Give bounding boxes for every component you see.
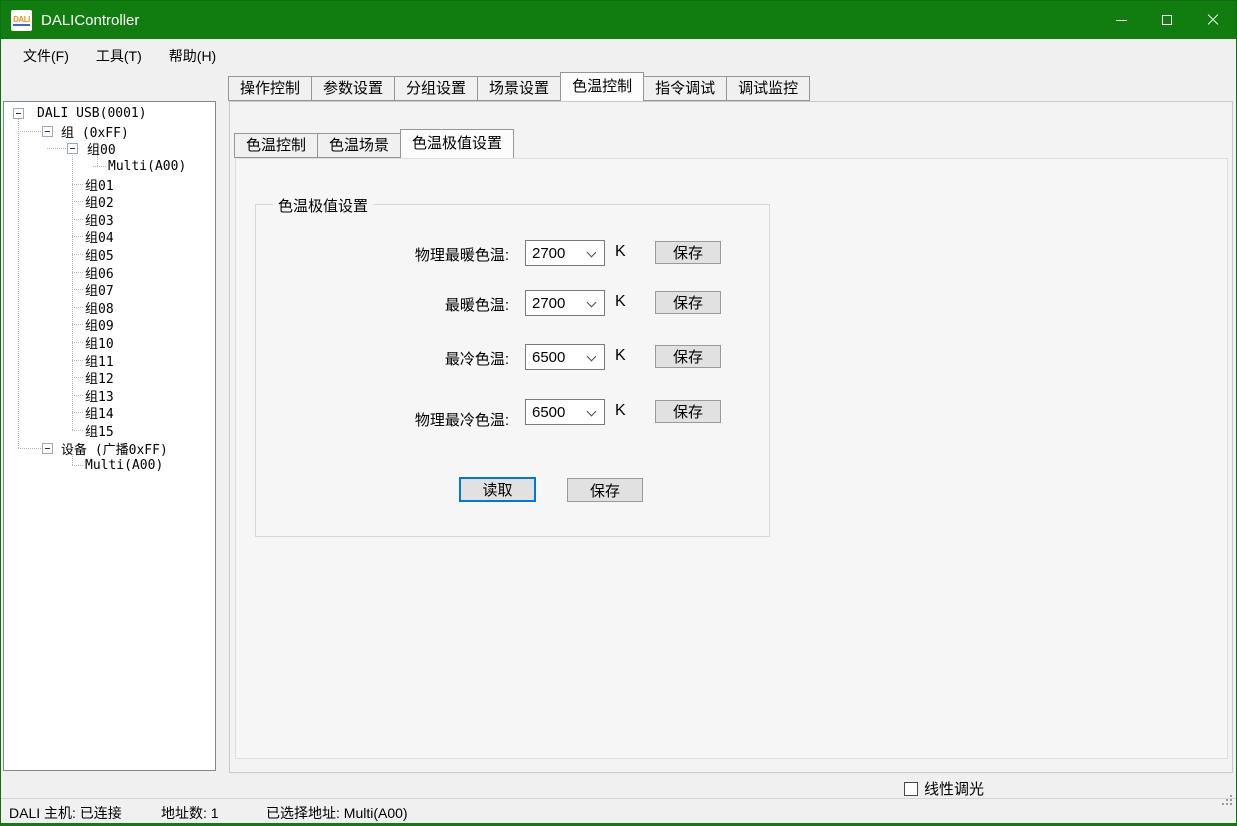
close-button[interactable] (1190, 1, 1236, 39)
unit-label: K (615, 293, 626, 311)
limits-group-box: 色温极值设置 物理最暖色温: 2700 K 保存 最暖色温: 2700 (255, 204, 770, 537)
tree-item-group03[interactable]: 组03 (5, 211, 214, 229)
tree-item-group05[interactable]: 组05 (5, 246, 214, 264)
status-address-count: 地址数: 1 (161, 803, 219, 823)
save-physical-warmest-button[interactable]: 保存 (655, 241, 721, 264)
tree-item-group11[interactable]: 组11 (5, 351, 214, 369)
field-label: 最暖色温: (256, 294, 509, 315)
color-temp-control-page: 色温控制 色温场景 色温极值设置 色温极值设置 物理最暖色温: 2700 K 保… (229, 101, 1233, 773)
tree-item-device-broadcast[interactable]: 设备 (广播0xFF) (5, 439, 214, 457)
save-coolest-button[interactable]: 保存 (655, 345, 721, 368)
tab-debug-monitor[interactable]: 调试监控 (726, 76, 810, 101)
tree-item-group10[interactable]: 组10 (5, 334, 214, 352)
linear-dimming-option: 线性调光 (904, 778, 984, 799)
chevron-down-icon (587, 298, 597, 308)
subtab-color-temp-control[interactable]: 色温控制 (234, 133, 318, 158)
tree-guide-line (97, 155, 98, 167)
tab-grouping-settings[interactable]: 分组设置 (394, 76, 478, 101)
linear-dimming-checkbox[interactable] (904, 782, 918, 796)
collapse-icon[interactable] (67, 143, 78, 154)
minimize-button[interactable] (1098, 1, 1144, 39)
subtab-color-temp-scene[interactable]: 色温场景 (317, 133, 401, 158)
app-window: DALI DALIController 文件(F) 工具(T) 帮助(H) DA… (0, 0, 1237, 826)
tree-item-group14[interactable]: 组14 (5, 404, 214, 422)
tree-item-group01[interactable]: 组01 (5, 175, 214, 193)
field-label: 最冷色温: (256, 348, 509, 369)
window-title: DALIController (41, 12, 139, 29)
collapse-icon[interactable] (13, 108, 24, 119)
app-icon: DALI (11, 10, 32, 31)
maximize-button[interactable] (1144, 1, 1190, 39)
menu-bar: 文件(F) 工具(T) 帮助(H) (1, 39, 1236, 73)
tree-item-group08[interactable]: 组08 (5, 299, 214, 317)
tree-item-multi-a00-device[interactable]: Multi(A00) (5, 457, 214, 475)
tree-item-multi-a00[interactable]: Multi(A00) (5, 158, 214, 176)
title-bar: DALI DALIController (1, 1, 1236, 39)
group-box-title: 色温极值设置 (273, 195, 373, 216)
save-physical-coolest-button[interactable]: 保存 (655, 400, 721, 423)
minimize-icon (1116, 20, 1127, 21)
device-tree: DALI USB(0001) 组 (0xFF) 组00 Multi(A00) 组… (5, 103, 214, 769)
chevron-down-icon (587, 248, 597, 258)
collapse-icon[interactable] (42, 126, 53, 137)
device-tree-panel: DALI USB(0001) 组 (0xFF) 组00 Multi(A00) 组… (3, 101, 216, 771)
status-bar: DALI 主机: 已连接 地址数: 1 已选择地址: Multi(A00) (1, 798, 1236, 824)
main-tab-strip: 操作控制 参数设置 分组设置 场景设置 色温控制 指令调试 调试监控 (229, 75, 810, 101)
physical-warmest-combobox[interactable]: 2700 (525, 240, 605, 266)
resize-grip[interactable] (1230, 803, 1232, 805)
tree-item-dali-usb[interactable]: DALI USB(0001) (5, 105, 214, 123)
menu-help[interactable]: 帮助(H) (156, 39, 229, 73)
maximize-icon (1162, 15, 1172, 25)
tree-guide-line (72, 454, 73, 466)
warmest-combobox[interactable]: 2700 (525, 290, 605, 316)
status-host-connection: DALI 主机: 已连接 (9, 803, 122, 823)
read-button[interactable]: 读取 (459, 477, 536, 502)
tab-color-temp-control[interactable]: 色温控制 (560, 72, 644, 101)
tree-item-group15[interactable]: 组15 (5, 422, 214, 440)
physical-coolest-combobox[interactable]: 6500 (525, 399, 605, 425)
unit-label: K (615, 243, 626, 261)
checkbox-label: 线性调光 (924, 778, 984, 799)
tree-item-group12[interactable]: 组12 (5, 369, 214, 387)
menu-file[interactable]: 文件(F) (10, 39, 82, 73)
chevron-down-icon (587, 352, 597, 362)
tree-item-group06[interactable]: 组06 (5, 263, 214, 281)
tree-item-group-root[interactable]: 组 (0xFF) (5, 123, 214, 141)
save-warmest-button[interactable]: 保存 (655, 291, 721, 314)
window-controls (1098, 1, 1236, 39)
tree-guide-line (72, 155, 73, 431)
tree-item-group02[interactable]: 组02 (5, 193, 214, 211)
field-label: 物理最冷色温: (256, 409, 509, 430)
field-label: 物理最暖色温: (256, 244, 509, 265)
tab-operation-control[interactable]: 操作控制 (228, 76, 312, 101)
tab-parameter-settings[interactable]: 参数设置 (311, 76, 395, 101)
subtab-color-temp-limits[interactable]: 色温极值设置 (400, 129, 514, 158)
tree-item-group13[interactable]: 组13 (5, 387, 214, 405)
tab-command-debug[interactable]: 指令调试 (643, 76, 727, 101)
menu-tools[interactable]: 工具(T) (83, 39, 155, 73)
tree-item-group09[interactable]: 组09 (5, 316, 214, 334)
close-icon (1207, 14, 1219, 26)
save-all-button[interactable]: 保存 (567, 478, 643, 502)
tree-guide-line (18, 119, 19, 449)
tree-item-group04[interactable]: 组04 (5, 228, 214, 246)
coolest-combobox[interactable]: 6500 (525, 344, 605, 370)
unit-label: K (615, 402, 626, 420)
status-selected-address: 已选择地址: Multi(A00) (266, 803, 408, 823)
color-temp-limits-page: 色温极值设置 物理最暖色温: 2700 K 保存 最暖色温: 2700 (235, 158, 1228, 759)
unit-label: K (615, 347, 626, 365)
chevron-down-icon (587, 407, 597, 417)
collapse-icon[interactable] (42, 443, 53, 454)
tree-item-group00[interactable]: 组00 (5, 140, 214, 158)
sub-tab-strip: 色温控制 色温场景 色温极值设置 (235, 132, 514, 158)
tab-scene-settings[interactable]: 场景设置 (477, 76, 561, 101)
tree-item-group07[interactable]: 组07 (5, 281, 214, 299)
